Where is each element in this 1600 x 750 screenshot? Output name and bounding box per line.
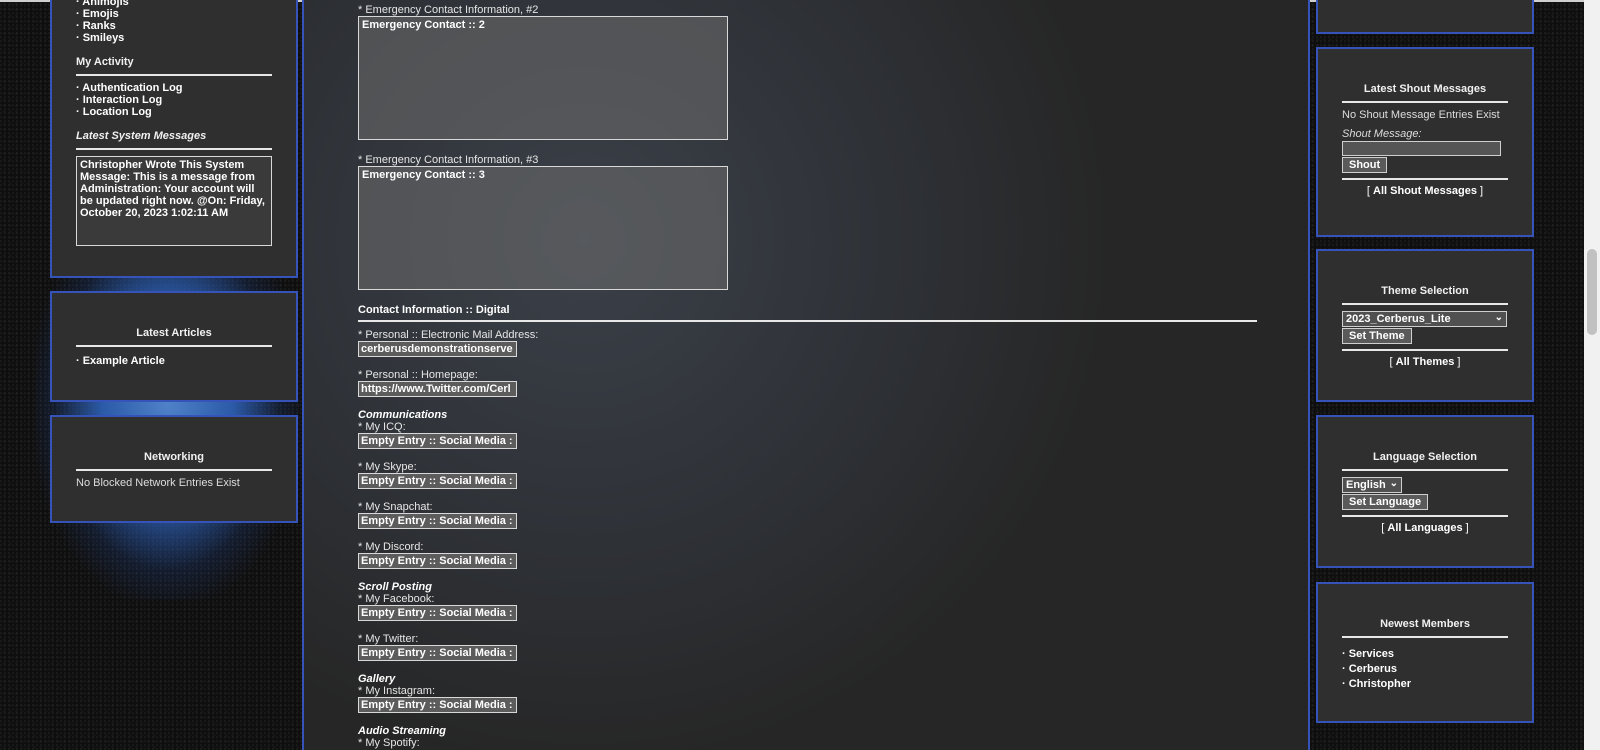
instagram-field[interactable]: Empty Entry :: Social Media :: [358, 697, 517, 713]
article-link[interactable]: · Example Article: [76, 355, 272, 367]
skype-field[interactable]: Empty Entry :: Social Media :: [358, 473, 517, 489]
facebook-label: * My Facebook:: [358, 593, 435, 605]
divider: [76, 469, 272, 471]
twitter-field[interactable]: Empty Entry :: Social Media :: [358, 645, 517, 661]
menu-item-smileys[interactable]: · Smileys: [76, 32, 272, 44]
all-themes-link[interactable]: All Themes: [1396, 356, 1455, 368]
homepage-field[interactable]: https://www.Twitter.com/Cerl: [358, 381, 517, 397]
divider: [76, 74, 272, 76]
shout-title: Latest Shout Messages: [1363, 83, 1487, 95]
all-shout-messages-link[interactable]: All Shout Messages: [1373, 185, 1477, 197]
set-language-button[interactable]: Set Language: [1342, 494, 1429, 510]
snapchat-label: * My Snapchat:: [358, 501, 433, 513]
system-message-text: Christopher Wrote This System Message: T…: [80, 159, 265, 219]
divider: [1342, 178, 1508, 180]
activity-authentication-log[interactable]: · Authentication Log: [76, 82, 272, 94]
system-messages-title: Latest System Messages: [76, 130, 207, 142]
menu-item-ranks[interactable]: · Ranks: [76, 20, 272, 32]
member-christopher[interactable]: · Christopher: [1342, 677, 1508, 692]
emergency-contact-3-textarea[interactable]: Emergency Contact :: 3: [358, 166, 728, 290]
shout-message-label: Shout Message:: [1342, 128, 1422, 140]
language-title: Language Selection: [1373, 451, 1477, 463]
activity-interaction-log[interactable]: · Interaction Log: [76, 94, 272, 106]
shout-panel: Latest Shout Messages No Shout Message E…: [1316, 47, 1534, 237]
theme-title: Theme Selection: [1381, 285, 1469, 297]
divider: [1342, 101, 1508, 103]
theme-select[interactable]: 2023_Cerberus_Lite ⌄: [1342, 311, 1507, 327]
set-theme-button[interactable]: Set Theme: [1342, 328, 1412, 344]
language-selected-value: English: [1346, 479, 1386, 491]
all-languages-row: [ All Languages ]: [1381, 522, 1469, 534]
menu-item-animojis[interactable]: · Animojis: [76, 0, 272, 8]
language-panel: Language Selection English ⌄ Set Languag…: [1316, 415, 1534, 568]
networking-title: Networking: [144, 451, 204, 463]
instagram-label: * My Instagram:: [358, 685, 436, 697]
gallery-heading: Gallery: [358, 673, 396, 685]
email-field[interactable]: cerberusdemonstrationserve: [358, 341, 517, 357]
emergency-contact-2-label: * Emergency Contact Information, #2: [358, 4, 539, 16]
all-themes-row: [ All Themes ]: [1389, 356, 1461, 368]
all-shout-messages-row: [ All Shout Messages ]: [1366, 185, 1484, 197]
right-top-panel: [1316, 0, 1534, 34]
discord-field[interactable]: Empty Entry :: Social Media :: [358, 553, 517, 569]
divider: [1342, 303, 1508, 305]
networking-panel: Networking No Blocked Network Entries Ex…: [50, 415, 298, 523]
icq-label: * My ICQ:: [358, 421, 406, 433]
divider: [1342, 469, 1508, 471]
member-cerberus[interactable]: · Cerberus: [1342, 662, 1508, 677]
discord-label: * My Discord:: [358, 541, 424, 553]
networking-empty-text: No Blocked Network Entries Exist: [76, 477, 240, 489]
divider: [1342, 515, 1508, 517]
system-message-textarea[interactable]: Christopher Wrote This System Message: T…: [76, 156, 272, 246]
latest-articles-title: Latest Articles: [136, 327, 212, 339]
shout-empty-text: No Shout Message Entries Exist: [1342, 109, 1500, 121]
audio-streaming-heading: Audio Streaming: [358, 725, 447, 737]
divider: [76, 345, 272, 347]
icq-field[interactable]: Empty Entry :: Social Media :: [358, 433, 517, 449]
all-languages-link[interactable]: All Languages: [1387, 522, 1462, 534]
divider: [358, 320, 1257, 322]
facebook-field[interactable]: Empty Entry :: Social Media :: [358, 605, 517, 621]
emergency-contact-3-value: Emergency Contact :: 3: [362, 169, 485, 181]
emergency-contact-2-textarea[interactable]: Emergency Contact :: 2: [358, 16, 728, 140]
email-label: * Personal :: Electronic Mail Address:: [358, 329, 539, 341]
my-activity-title: My Activity: [76, 56, 134, 68]
left-menu-panel: · Animojis · Emojis · Ranks · Smileys My…: [50, 0, 298, 278]
theme-panel: Theme Selection 2023_Cerberus_Lite ⌄ Set…: [1316, 249, 1534, 402]
scroll-posting-heading: Scroll Posting: [358, 581, 432, 593]
chevron-down-icon: ⌄: [1389, 478, 1398, 489]
latest-articles-panel: Latest Articles · Example Article: [50, 291, 298, 402]
scrollbar-thumb[interactable]: [1587, 249, 1597, 335]
divider: [1342, 349, 1508, 351]
divider: [1342, 636, 1508, 638]
snapchat-field[interactable]: Empty Entry :: Social Media :: [358, 513, 517, 529]
homepage-label: * Personal :: Homepage:: [358, 369, 478, 381]
main-content-area: * Emergency Contact Information, #2 Emer…: [302, 0, 1310, 750]
digital-contact-title: Contact Information :: Digital: [358, 304, 510, 316]
skype-label: * My Skype:: [358, 461, 417, 473]
newest-members-panel: Newest Members · Services · Cerberus · C…: [1316, 582, 1534, 723]
page-scrollbar[interactable]: [1584, 0, 1600, 750]
menu-item-emojis[interactable]: · Emojis: [76, 8, 272, 20]
language-select[interactable]: English ⌄: [1342, 477, 1402, 493]
activity-location-log[interactable]: · Location Log: [76, 106, 272, 118]
newest-members-title: Newest Members: [1380, 618, 1470, 630]
shout-button[interactable]: Shout: [1342, 157, 1388, 173]
emergency-contact-2-value: Emergency Contact :: 2: [362, 19, 485, 31]
chevron-down-icon: ⌄: [1494, 312, 1503, 323]
member-services[interactable]: · Services: [1342, 647, 1508, 662]
spotify-label: * My Spotify:: [358, 737, 420, 749]
twitter-label: * My Twitter:: [358, 633, 419, 645]
divider: [76, 148, 272, 150]
communications-heading: Communications: [358, 409, 448, 421]
emergency-contact-3-label: * Emergency Contact Information, #3: [358, 154, 539, 166]
shout-input[interactable]: [1342, 141, 1501, 156]
theme-selected-value: 2023_Cerberus_Lite: [1346, 313, 1451, 325]
